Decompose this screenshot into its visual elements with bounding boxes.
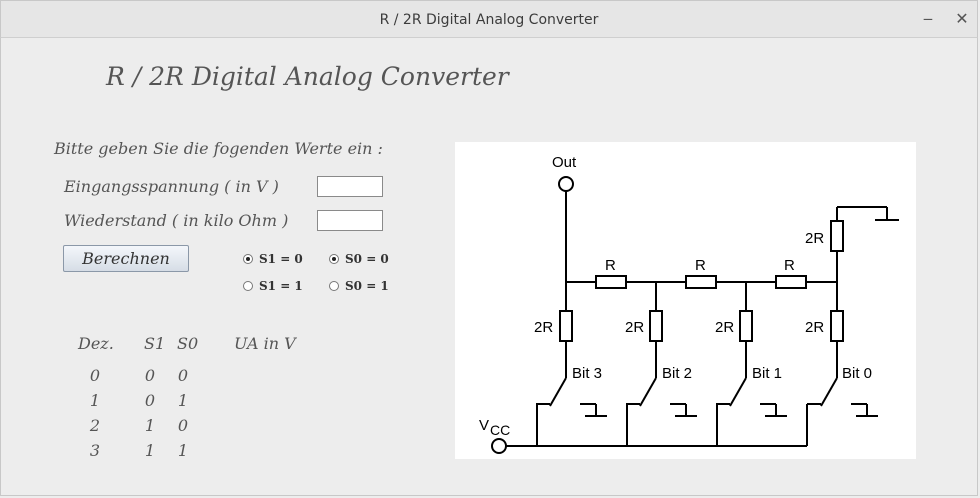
resistor-2r-icon xyxy=(830,310,844,342)
r2-label: 2R xyxy=(715,319,734,336)
r2-label: 2R xyxy=(625,319,644,336)
out-terminal-icon xyxy=(558,176,574,192)
radio-s1-0[interactable]: S1 = 0 xyxy=(243,251,303,267)
resistor-2r-icon xyxy=(559,310,573,342)
switch-icon xyxy=(639,377,657,407)
table-cell: 3 xyxy=(89,441,101,460)
resistance-label: Wiederstand ( in kilo Ohm ) xyxy=(64,211,289,230)
switch-icon xyxy=(820,377,838,407)
vcc-subscript: CC xyxy=(490,422,510,438)
minimize-icon[interactable]: ‒ xyxy=(917,8,939,30)
table-cell: 0 xyxy=(144,366,156,385)
radio-s1-1[interactable]: S1 = 1 xyxy=(243,278,303,294)
table-header-ua: UA in V xyxy=(234,334,296,353)
table-header-dez: Dez. xyxy=(78,334,114,353)
radio-label: S0 = 1 xyxy=(345,279,389,293)
r-label: R xyxy=(784,257,795,274)
vcc-terminal-icon xyxy=(491,438,507,454)
radio-selected-icon xyxy=(329,254,339,264)
resistor-r-icon xyxy=(595,275,627,289)
bit-label: Bit 0 xyxy=(842,365,872,382)
table-cell: 0 xyxy=(144,391,156,410)
r2-label: 2R xyxy=(805,319,824,336)
table-cell: 0 xyxy=(177,366,189,385)
table-header-s1: S1 xyxy=(144,334,166,353)
table-cell: 1 xyxy=(144,441,156,460)
table-header-s0: S0 xyxy=(177,334,199,353)
r-label: R xyxy=(695,257,706,274)
page-title: R / 2R Digital Analog Converter xyxy=(106,62,509,91)
table-cell: 1 xyxy=(89,391,101,410)
r2-label: 2R xyxy=(805,230,824,247)
bit-label: Bit 2 xyxy=(662,365,692,382)
calculate-button[interactable]: Berechnen xyxy=(63,245,189,272)
radio-selected-icon xyxy=(243,254,253,264)
table-cell: 1 xyxy=(177,441,189,460)
radio-unselected-icon xyxy=(243,281,253,291)
resistor-r-icon xyxy=(775,275,807,289)
resistance-input[interactable] xyxy=(317,210,383,231)
out-label: Out xyxy=(552,154,577,171)
switch-icon xyxy=(549,377,567,407)
bit-label: Bit 1 xyxy=(752,365,782,382)
circuit-svg: Out R R R 2R 2R 2R 2R 2R Bit 3 Bit 2 Bit… xyxy=(479,154,899,454)
instruction-text: Bitte geben Sie die fogenden Werte ein : xyxy=(54,139,383,158)
resistor-2r-icon xyxy=(649,310,663,342)
circuit-diagram: Out R R R 2R 2R 2R 2R 2R Bit 3 Bit 2 Bit… xyxy=(455,142,916,459)
table-cell: 0 xyxy=(177,416,189,435)
voltage-input[interactable] xyxy=(317,176,383,197)
table-cell: 1 xyxy=(144,416,156,435)
radio-unselected-icon xyxy=(329,281,339,291)
radio-label: S0 = 0 xyxy=(345,252,389,266)
switch-icon xyxy=(729,377,747,407)
voltage-label: Eingangsspannung ( in V ) xyxy=(64,177,279,196)
window-title: R / 2R Digital Analog Converter xyxy=(379,12,599,28)
radio-label: S1 = 0 xyxy=(259,252,303,266)
resistor-2r-icon xyxy=(830,220,844,252)
close-icon[interactable]: ✕ xyxy=(951,8,973,30)
r2-label: 2R xyxy=(534,319,553,336)
table-cell: 1 xyxy=(177,391,189,410)
r-label: R xyxy=(605,257,616,274)
bit-label: Bit 3 xyxy=(572,365,602,382)
radio-s0-1[interactable]: S0 = 1 xyxy=(329,278,389,294)
radio-s0-0[interactable]: S0 = 0 xyxy=(329,251,389,267)
vcc-label: V xyxy=(479,417,489,434)
table-cell: 0 xyxy=(89,366,101,385)
resistor-2r-icon xyxy=(739,310,753,342)
radio-label: S1 = 1 xyxy=(259,279,303,293)
title-bar: R / 2R Digital Analog Converter ‒ ✕ xyxy=(0,0,978,38)
table-cell: 2 xyxy=(89,416,101,435)
resistor-r-icon xyxy=(685,275,717,289)
